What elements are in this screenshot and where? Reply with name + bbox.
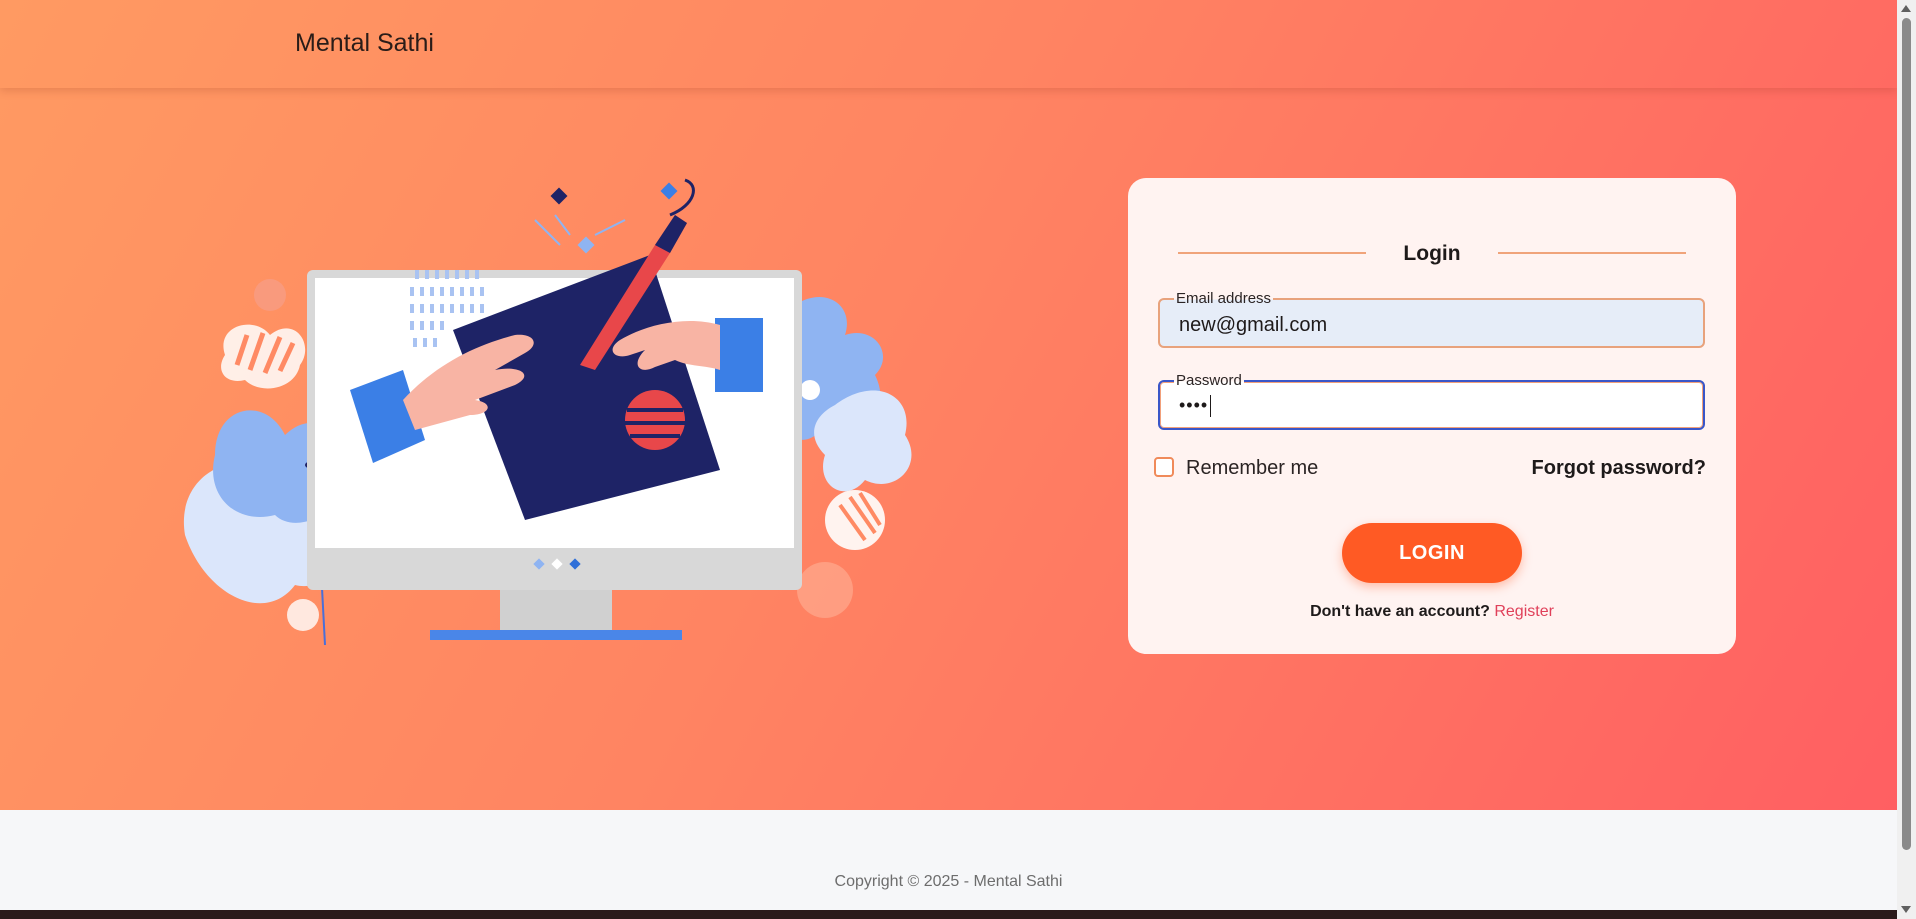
text-caret [1210, 395, 1212, 418]
computer-drawing-illustration [183, 178, 912, 646]
password-field[interactable]: Password •••• [1158, 372, 1705, 430]
password-label: Password [1174, 372, 1244, 389]
title-divider-right [1498, 252, 1686, 254]
scroll-thumb[interactable] [1902, 18, 1911, 850]
login-button[interactable]: LOGIN [1342, 523, 1522, 583]
register-link[interactable]: Register [1494, 603, 1554, 620]
remember-me-checkbox[interactable] [1154, 457, 1174, 477]
signup-prompt: Don't have an account? Register [1128, 603, 1736, 621]
password-input[interactable]: •••• [1179, 395, 1679, 418]
hero-section: Mental Sathi Login Email address new@gma… [0, 0, 1897, 810]
email-input[interactable] [1179, 314, 1679, 337]
page-scrollbar[interactable] [1897, 0, 1916, 919]
scroll-down-arrow-icon[interactable] [1901, 906, 1911, 913]
brand-logo-link[interactable]: Mental Sathi [295, 29, 434, 58]
password-masked-value: •••• [1179, 395, 1209, 415]
navbar: Mental Sathi [0, 0, 1897, 88]
login-card: Login Email address Password •••• Rememb… [1128, 178, 1736, 654]
footer-copyright: Copyright © 2025 - Mental Sathi [834, 873, 1063, 890]
remember-me-label[interactable]: Remember me [1186, 457, 1318, 480]
signup-text: Don't have an account? [1310, 603, 1490, 620]
login-title: Login [1403, 242, 1461, 265]
scroll-up-arrow-icon[interactable] [1901, 5, 1911, 12]
email-field[interactable]: Email address [1158, 290, 1705, 348]
taskbar-edge [0, 910, 1897, 919]
email-label: Email address [1174, 290, 1274, 307]
forgot-password-link[interactable]: Forgot password? [1532, 457, 1706, 480]
